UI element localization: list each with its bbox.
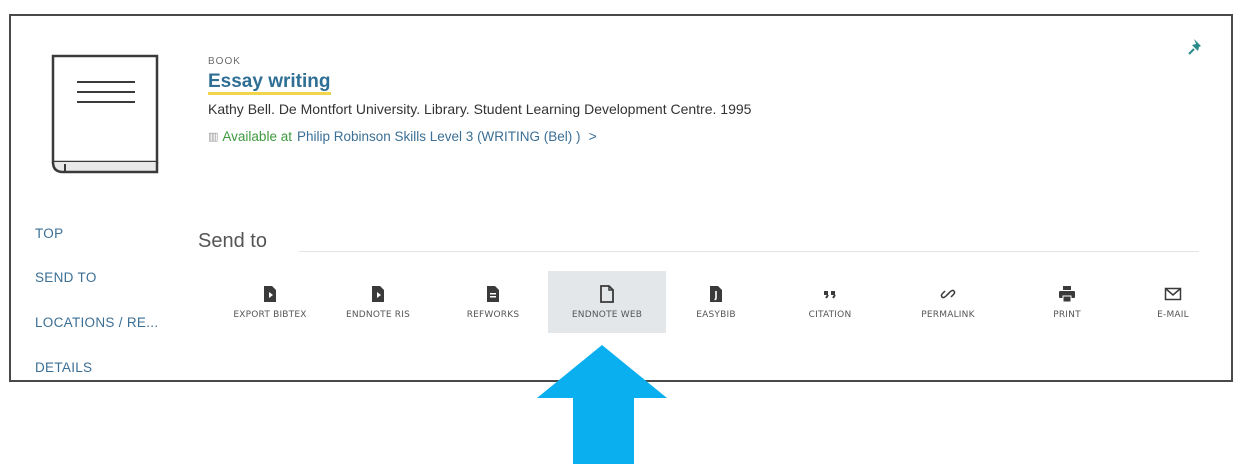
permalink-button[interactable]: PERMALINK — [889, 271, 1007, 333]
endnote-ris-button[interactable]: ENDNOTE RIS — [319, 271, 437, 333]
action-label: CITATION — [808, 310, 852, 320]
book-thumbnail-icon — [51, 54, 159, 174]
print-button[interactable]: PRINT — [1008, 271, 1126, 333]
endnote-web-button[interactable]: ENDNOTE WEB — [548, 271, 666, 333]
record-authors: Kathy Bell. De Montfort University. Libr… — [208, 101, 752, 117]
action-label: E-MAIL — [1157, 310, 1189, 320]
side-nav-details[interactable]: DETAILS — [35, 360, 92, 375]
action-label: PERMALINK — [921, 310, 975, 320]
side-nav-send-to[interactable]: SEND TO — [35, 270, 97, 285]
resource-type-label: BOOK — [208, 56, 241, 67]
action-label: ENDNOTE WEB — [571, 310, 643, 320]
action-label: ENDNOTE RIS — [345, 310, 411, 320]
availability-status: Available at — [222, 128, 292, 144]
printer-icon — [1059, 286, 1075, 303]
action-label: PRINT — [1053, 310, 1081, 320]
page: BOOK Essay writing Kathy Bell. De Montfo… — [0, 0, 1235, 464]
send-to-heading: Send to — [198, 230, 267, 252]
export-bibtex-button[interactable]: EXPORT BIBTEX — [211, 271, 329, 333]
endnote-web-file-icon — [600, 285, 614, 303]
easybib-file-icon — [710, 286, 722, 302]
divider — [299, 251, 1199, 252]
availability-icon: ▥ — [208, 130, 219, 143]
email-button[interactable]: E-MAIL — [1114, 271, 1232, 333]
action-label: REFWORKS — [466, 310, 520, 320]
record-panel: BOOK Essay writing Kathy Bell. De Montfo… — [9, 14, 1233, 382]
bibtex-file-icon — [264, 286, 276, 302]
refworks-file-icon — [487, 286, 499, 302]
action-label: EASYBIB — [696, 310, 736, 320]
easybib-button[interactable]: EASYBIB — [657, 271, 775, 333]
quote-icon — [824, 291, 836, 299]
side-nav-locations[interactable]: LOCATIONS / RE... — [35, 315, 158, 330]
envelope-icon — [1164, 287, 1182, 301]
citation-button[interactable]: CITATION — [771, 271, 889, 333]
ris-file-icon — [372, 286, 384, 302]
action-label: EXPORT BIBTEX — [233, 310, 307, 320]
chevron-right-icon[interactable]: > — [589, 128, 597, 144]
record-meta: BOOK Essay writing Kathy Bell. De Montfo… — [208, 56, 751, 144]
pin-icon[interactable] — [1187, 38, 1205, 56]
availability-line[interactable]: ▥ Available at Philip Robinson Skills Le… — [208, 128, 751, 144]
refworks-button[interactable]: REFWORKS — [434, 271, 552, 333]
availability-location-link[interactable]: Philip Robinson Skills Level 3 (WRITING … — [297, 129, 581, 144]
side-nav-top[interactable]: TOP — [35, 226, 63, 241]
link-icon — [940, 289, 956, 299]
record-title-link[interactable]: Essay writing — [208, 72, 331, 95]
arrow-up-icon — [537, 345, 667, 464]
